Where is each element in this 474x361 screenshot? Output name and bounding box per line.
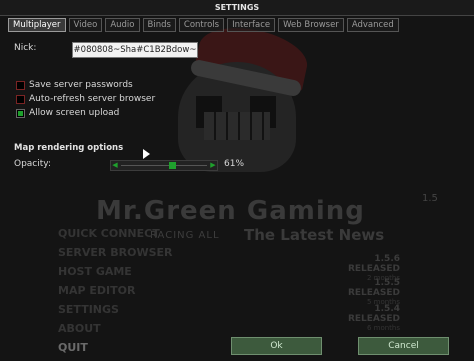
slider-track[interactable] [121,165,207,166]
background-main-menu: QUICK CONNECT SERVER BROWSER HOST GAME M… [58,224,172,357]
auto-refresh-option[interactable]: Auto-refresh server browser [16,94,155,104]
background-menu-item: ABOUT [58,322,101,335]
tab-multiplayer[interactable]: Multiplayer [8,18,66,32]
save-passwords-label: Save server passwords [29,80,133,90]
release-title: 1.5.6 RELEASED [347,254,400,274]
background-menu-item: MAP EDITOR [58,284,136,297]
save-passwords-checkbox[interactable] [16,80,25,90]
tab-binds[interactable]: Binds [142,18,176,32]
tab-controls[interactable]: Controls [178,18,225,32]
save-passwords-option[interactable]: Save server passwords [16,80,133,90]
opacity-value: 61% [224,159,245,169]
screen-upload-checkbox[interactable] [16,108,25,118]
window-title: SETTINGS [0,0,474,16]
screen-upload-label: Allow screen upload [29,108,120,118]
release-sub: 6 months [366,324,400,332]
background-menu-item: SERVER BROWSER [58,246,173,259]
release-title: 1.5.5 RELEASED [347,278,400,298]
opacity-slider[interactable]: ◀ ▶ [110,160,218,171]
slider-left-arrow-icon[interactable]: ◀ [111,161,119,170]
settings-tabs: Multiplayer Video Audio Binds Controls I… [8,18,399,32]
background-logo-text: Mr.Green Gaming [96,196,365,226]
auto-refresh-checkbox[interactable] [16,94,25,104]
background-menu-item: QUICK CONNECT [58,227,160,240]
slider-right-arrow-icon[interactable]: ▶ [209,161,217,170]
cancel-button[interactable]: Cancel [358,337,449,355]
nick-label: Nick: [14,43,37,53]
auto-refresh-label: Auto-refresh server browser [29,94,156,104]
background-release-item: 1.5.5 RELEASED 5 months [320,278,400,306]
screen-upload-option[interactable]: Allow screen upload [16,108,119,118]
tab-video[interactable]: Video [68,18,103,32]
map-rendering-heading: Map rendering options [14,143,124,153]
nick-input[interactable] [72,42,198,58]
checkmark-icon [18,110,23,116]
mouse-cursor-icon [143,149,150,159]
slider-thumb[interactable] [169,162,177,169]
tab-advanced[interactable]: Advanced [346,18,399,32]
ok-button[interactable]: Ok [231,337,322,355]
release-title: 1.5.4 RELEASED [347,304,400,324]
opacity-label: Opacity: [14,159,51,169]
background-version: 1.5 [422,193,438,204]
tab-web-browser[interactable]: Web Browser [278,18,344,32]
background-menu-item: SETTINGS [58,303,119,316]
tab-audio[interactable]: Audio [105,18,140,32]
background-menu-item: HOST GAME [58,265,132,278]
background-news-heading: The Latest News [244,226,385,244]
tab-interface[interactable]: Interface [227,18,276,32]
background-menu-item: QUIT [58,341,88,354]
background-release-item: 1.5.4 RELEASED 6 months [320,304,400,332]
skull-teeth-graphic [204,112,270,140]
